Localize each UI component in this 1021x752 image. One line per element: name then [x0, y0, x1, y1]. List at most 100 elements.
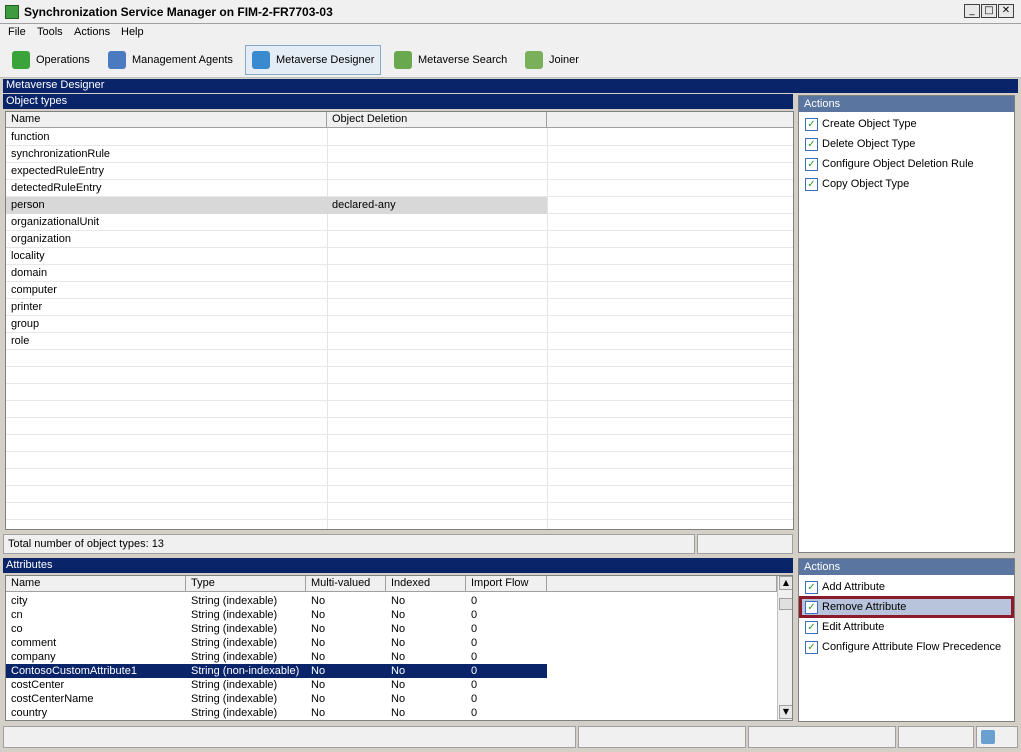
empty-row	[6, 384, 793, 401]
configure-object-deletion-rule-action[interactable]: ✓ Configure Object Deletion Rule	[805, 155, 974, 173]
column-header-object-deletion[interactable]: Object Deletion	[327, 112, 547, 128]
toolbar-management-agents-button[interactable]: Management Agents	[102, 45, 239, 75]
create-object-type-action[interactable]: ✓ Create Object Type	[805, 115, 917, 133]
attribute-flow-cell: 0	[466, 664, 547, 678]
object-type-row[interactable]: synchronizationRule	[6, 146, 793, 163]
attribute-name-cell: city	[11, 595, 28, 607]
object-type-row[interactable]: person declared-any	[6, 197, 793, 214]
attribute-row[interactable]: co String (indexable) No No 0	[6, 622, 792, 636]
object-types-list[interactable]: Name Object Deletion function synchroniza…	[5, 111, 794, 530]
menu-tools[interactable]: Tools	[37, 26, 63, 38]
title-bar: Synchronization Service Manager on FIM-2…	[0, 0, 1021, 24]
toolbar-operations-button[interactable]: Operations	[6, 45, 96, 75]
status-bar-pane-5	[976, 726, 1018, 748]
attribute-row[interactable]: company String (indexable) No No 0	[6, 650, 792, 664]
attribute-actions-header: Actions	[799, 559, 1014, 575]
object-type-row[interactable]: function	[6, 129, 793, 146]
close-button[interactable]: ✕	[998, 4, 1014, 18]
toolbar-metaverse-search-button[interactable]: Metaverse Search	[388, 45, 513, 75]
attribute-multi-cell: No	[311, 651, 326, 663]
add-attribute-action[interactable]: ✓ Add Attribute	[805, 578, 885, 596]
connection-icon	[981, 730, 995, 744]
attribute-row[interactable]: costCenterName String (indexable) No No 0	[6, 692, 792, 706]
status-bar-pane-4	[898, 726, 974, 748]
object-type-name: detectedRuleEntry	[11, 182, 102, 194]
empty-row	[6, 452, 793, 469]
empty-row	[6, 350, 793, 367]
attributes-list[interactable]: Name Type Multi-valued Indexed Import Fl…	[5, 575, 793, 721]
checklist-icon: ✓	[805, 137, 818, 151]
attribute-indexed-cell: No	[391, 609, 406, 621]
toolbar-joiner-button[interactable]: Joiner	[519, 45, 585, 75]
object-type-row[interactable]: group	[6, 316, 793, 333]
menu-actions[interactable]: Actions	[74, 26, 110, 38]
status-bar-pane-3	[748, 726, 896, 748]
attribute-flow-cell: 0	[471, 707, 478, 719]
attribute-indexed-cell: No	[391, 707, 406, 719]
attribute-row[interactable]: comment String (indexable) No No 0	[6, 636, 792, 650]
attribute-row[interactable]: cn String (indexable) No No 0	[6, 608, 792, 622]
attribute-row-selected[interactable]: ContosoCustomAttribute1 String (non-index…	[6, 664, 792, 678]
object-type-row[interactable]: computer	[6, 282, 793, 299]
object-deletion-value	[327, 265, 547, 282]
empty-row	[6, 367, 793, 384]
toolbar-metaverse-designer-button[interactable]: Metaverse Designer	[245, 45, 382, 75]
attribute-multi-cell: No	[311, 623, 326, 635]
attribute-actions-panel: Actions ✓ Add Attribute ✓ Remove Attribute…	[798, 558, 1015, 722]
menu-file[interactable]: File	[8, 26, 26, 38]
attribute-row[interactable]: country String (indexable) No No 0	[6, 706, 792, 720]
column-header-blank	[547, 576, 777, 592]
attribute-row[interactable]: costCenter String (indexable) No No 0	[6, 678, 792, 692]
object-type-row[interactable]: detectedRuleEntry	[6, 180, 793, 197]
object-type-row[interactable]: organization	[6, 231, 793, 248]
empty-row	[6, 418, 793, 435]
object-deletion-value	[327, 282, 547, 299]
object-type-name: person	[6, 197, 327, 214]
edit-attribute-action[interactable]: ✓ Edit Attribute	[805, 618, 884, 636]
menu-help[interactable]: Help	[121, 26, 144, 38]
object-type-row[interactable]: domain	[6, 265, 793, 282]
column-header-name[interactable]: Name	[6, 112, 327, 128]
column-header-type[interactable]: Type	[186, 576, 306, 592]
toolbar: Operations Management Agents Metaverse D…	[0, 42, 1021, 78]
copy-object-type-action[interactable]: ✓ Copy Object Type	[805, 175, 909, 193]
attribute-row[interactable]: city String (indexable) No No 0	[6, 594, 792, 608]
object-type-row[interactable]: role	[6, 333, 793, 350]
attribute-multi-cell: No	[311, 707, 326, 719]
object-type-row[interactable]: organizationalUnit	[6, 214, 793, 231]
configure-attribute-flow-precedence-action[interactable]: ✓ Configure Attribute Flow Precedence	[805, 638, 1001, 656]
attribute-indexed-cell: No	[391, 623, 406, 635]
column-header-name[interactable]: Name	[6, 576, 186, 592]
object-deletion-value	[327, 214, 547, 231]
delete-object-type-action[interactable]: ✓ Delete Object Type	[805, 135, 915, 153]
attribute-name-cell: co	[11, 623, 23, 635]
object-count-status: Total number of object types: 13	[3, 534, 695, 554]
attribute-name-cell: country	[11, 707, 48, 719]
management-agents-icon	[108, 51, 126, 69]
column-header-indexed[interactable]: Indexed	[386, 576, 466, 592]
maximize-button[interactable]: □	[981, 4, 997, 18]
attribute-flow-cell: 0	[471, 637, 478, 649]
object-deletion-value	[327, 316, 547, 333]
object-deletion-value: declared-any	[327, 197, 547, 214]
attribute-multi-cell: No	[306, 664, 386, 678]
column-header-import-flow[interactable]: Import Flow	[466, 576, 547, 592]
remove-attribute-action[interactable]: ✓ Remove Attribute	[805, 598, 906, 616]
object-deletion-value	[327, 333, 547, 350]
status-bar-pane-1	[3, 726, 576, 748]
attribute-indexed-cell: No	[391, 637, 406, 649]
checklist-icon: ✓	[805, 620, 818, 634]
minimize-button[interactable]: _	[964, 4, 980, 18]
scroll-up-icon[interactable]: ▲	[779, 576, 792, 590]
object-type-row[interactable]: printer	[6, 299, 793, 316]
object-type-name: domain	[11, 267, 48, 279]
object-type-row[interactable]: expectedRuleEntry	[6, 163, 793, 180]
column-header-multi-valued[interactable]: Multi-valued	[306, 576, 386, 592]
object-type-row[interactable]: locality	[6, 248, 793, 265]
column-header-blank	[547, 112, 793, 128]
attributes-header: Attributes	[3, 558, 793, 573]
metaverse-designer-icon	[252, 51, 270, 69]
object-type-name: computer	[11, 284, 57, 296]
checklist-icon: ✓	[805, 117, 818, 131]
attribute-flow-cell: 0	[471, 651, 478, 663]
